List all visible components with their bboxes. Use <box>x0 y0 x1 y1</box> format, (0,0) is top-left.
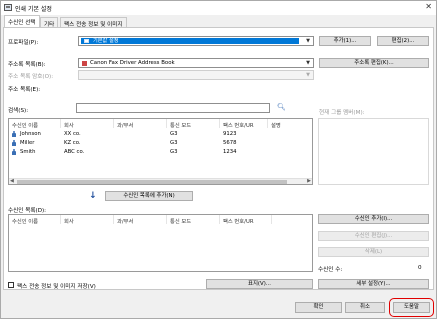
scrollbar-thumb[interactable] <box>17 180 287 184</box>
add-to-recipient-list-button[interactable]: 수신인 목록에 추가(N) <box>105 191 193 201</box>
title-bar: 인쇄 기본 설정 ✕ <box>1 1 436 15</box>
add-recipient-button[interactable]: 수신인 추가(I)... <box>318 214 429 224</box>
column-header-name[interactable]: 수신인 이름 <box>12 217 38 225</box>
recipient-list-label: 수신인 목록(D): <box>8 208 47 214</box>
recipient-count-label: 수신인 수: <box>318 267 343 273</box>
column-header-name[interactable]: 수신인 이름 <box>12 121 38 129</box>
address-book-icon <box>82 61 87 66</box>
column-header-fax[interactable]: 팩스 번호/UR <box>223 121 254 129</box>
group-members-label: 현재 그룹 멤버(M): <box>319 110 365 116</box>
profile-add-button[interactable]: 추가(1)... <box>319 36 371 46</box>
address-password-label: 주소 목록 암호(O): <box>8 74 54 80</box>
chevron-down-icon: ▼ <box>306 60 310 66</box>
address-book-edit-button[interactable]: 주소록 편집(K)... <box>319 58 429 68</box>
address-password-field: ▼ <box>78 70 314 80</box>
window-title: 인쇄 기본 설정 <box>15 6 52 13</box>
column-header-mode[interactable]: 통신 모드 <box>170 121 191 129</box>
edit-recipient-button[interactable]: 수신인 편집(J)... <box>318 231 429 241</box>
search-label: 검색(S): <box>8 108 29 114</box>
ok-button[interactable]: 확인 <box>295 302 342 313</box>
column-header-dept[interactable]: 과/부서 <box>117 217 133 225</box>
table-row[interactable]: Smith ABC co. G3 1234 <box>9 148 312 156</box>
scroll-right-icon[interactable]: ▶ <box>307 178 311 184</box>
recipient-count-value: 0 <box>418 265 422 271</box>
column-header-company[interactable]: 회사 <box>64 217 74 225</box>
close-icon[interactable]: ✕ <box>425 2 432 11</box>
column-header-dept[interactable]: 과/부서 <box>117 121 133 129</box>
person-icon <box>12 131 16 137</box>
table-row[interactable]: Johnson XX co. G3 9123 <box>9 130 312 138</box>
address-book-select[interactable]: Canon Fax Driver Address Book ▼ <box>78 58 314 68</box>
table-row[interactable]: Miller KZ co. G3 5678 <box>9 139 312 147</box>
save-fax-info-checkbox[interactable] <box>8 282 14 288</box>
arrow-down-icon: ↓ <box>89 191 97 201</box>
detail-settings-button[interactable]: 세부 설정(Y)... <box>318 279 429 289</box>
profile-edit-button[interactable]: 편집(2)... <box>377 36 429 46</box>
display-button[interactable]: 표지(V)... <box>206 279 313 289</box>
cancel-button[interactable]: 취소 <box>345 302 385 313</box>
profile-selected-value: 기본값 설정 <box>81 38 299 44</box>
scroll-left-icon[interactable]: ◀ <box>10 178 14 184</box>
column-header-description[interactable]: 설명 <box>271 121 281 129</box>
chevron-down-icon: ▼ <box>306 38 310 44</box>
profile-icon <box>84 39 89 43</box>
profile-label: 프로파일(P): <box>8 40 39 46</box>
printer-icon <box>4 4 12 11</box>
search-input[interactable] <box>76 103 270 113</box>
address-book-label: 주소록 목록(B): <box>8 62 46 68</box>
recipient-list-table: 수신인 이름 회사 과/부서 통신 모드 팩스 번호/UR <box>8 214 313 272</box>
delete-recipient-button[interactable]: 삭제(L) <box>318 247 429 257</box>
column-header-company[interactable]: 회사 <box>64 121 74 129</box>
horizontal-scrollbar[interactable]: ◀ ▶ <box>9 178 312 184</box>
chevron-down-icon: ▼ <box>306 72 310 78</box>
profile-select[interactable]: 기본값 설정 ▼ <box>78 36 314 46</box>
save-fax-info-label: 팩스 전송 정보 및 이미지 저장(V) <box>17 284 96 290</box>
search-icon[interactable]: 🔍︎ <box>277 103 286 111</box>
help-button-highlight <box>389 298 434 317</box>
address-list-label: 주소 목록(E): <box>8 87 41 93</box>
person-icon <box>12 140 16 146</box>
column-header-fax[interactable]: 팩스 번호/UR <box>223 217 254 225</box>
person-icon <box>12 149 16 155</box>
column-header-mode[interactable]: 통신 모드 <box>170 217 191 225</box>
address-table: 수신인 이름 회사 과/부서 통신 모드 팩스 번호/UR 설명 Johnson… <box>8 118 313 185</box>
group-members-list <box>318 118 429 185</box>
